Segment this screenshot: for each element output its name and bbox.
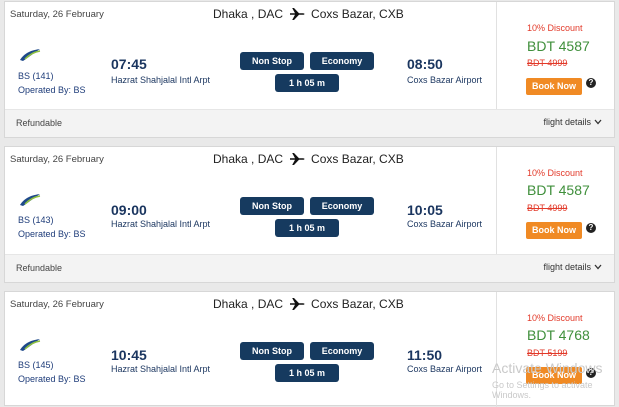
windows-activation-watermark-title: Activate Windows <box>492 360 603 376</box>
arrive-airport: Coxs Bazar Airport <box>407 75 483 85</box>
operated-by: Operated By: BS <box>18 374 86 384</box>
arrive-time: 11:50 <box>407 347 443 363</box>
discount-label: 10% Discount <box>527 168 583 178</box>
card-footer: Refundable flight details <box>5 254 614 282</box>
book-now-button[interactable]: Book Now <box>526 78 582 95</box>
route-from: Dhaka , DAC <box>213 297 284 311</box>
route: Dhaka , DAC Coxs Bazar, CXB <box>213 7 404 21</box>
flight-date: Saturday, 26 February <box>10 154 104 165</box>
arrive-time: 10:05 <box>407 202 443 218</box>
discount-label: 10% Discount <box>527 313 583 323</box>
depart-time: 09:00 <box>111 202 147 218</box>
flight-details-toggle[interactable]: flight details <box>543 262 602 272</box>
cabin-badge: Economy <box>310 197 374 215</box>
price-divider <box>496 2 497 110</box>
airplane-icon <box>290 298 305 310</box>
refund-status: Refundable <box>16 263 63 273</box>
book-now-button[interactable]: Book Now <box>526 222 582 239</box>
route-to: Coxs Bazar, CXB <box>311 297 404 311</box>
question-circle-icon[interactable]: ? <box>586 223 596 233</box>
stops-badge: Non Stop <box>240 342 304 360</box>
cabin-badge: Economy <box>310 342 374 360</box>
stops-badge: Non Stop <box>240 197 304 215</box>
route: Dhaka , DAC Coxs Bazar, CXB <box>213 152 404 166</box>
question-circle-icon[interactable]: ? <box>586 78 596 88</box>
airplane-icon <box>290 153 305 165</box>
old-price: BDT 4999 <box>527 58 568 68</box>
windows-activation-watermark-subtitle: Go to Settings to activate Windows. <box>492 380 593 400</box>
arrive-airport: Coxs Bazar Airport <box>407 364 483 374</box>
price: BDT 4587 <box>527 182 590 198</box>
duration-badge: 1 h 05 m <box>275 219 339 237</box>
flight-details-toggle[interactable]: flight details <box>543 117 602 127</box>
flight-details-label: flight details <box>543 262 591 272</box>
flight-details-label: flight details <box>543 117 591 127</box>
route: Dhaka , DAC Coxs Bazar, CXB <box>213 297 404 311</box>
chevron-down-icon <box>594 119 602 125</box>
refund-status: Refundable <box>16 118 63 128</box>
depart-airport: Hazrat Shahjalal Intl Arpt <box>111 75 211 85</box>
arrive-time: 08:50 <box>407 56 443 72</box>
chevron-down-icon <box>594 264 602 270</box>
flight-card: Saturday, 26 February Dhaka , DAC Coxs B… <box>4 1 615 138</box>
route-to: Coxs Bazar, CXB <box>311 7 404 21</box>
discount-label: 10% Discount <box>527 23 583 33</box>
flight-card: Saturday, 26 February Dhaka , DAC Coxs B… <box>4 146 615 283</box>
duration-badge: 1 h 05 m <box>275 364 339 382</box>
route-from: Dhaka , DAC <box>213 7 284 21</box>
old-price: BDT 5199 <box>527 348 568 358</box>
airline-logo-icon <box>20 49 41 61</box>
price-divider <box>496 147 497 255</box>
price: BDT 4768 <box>527 327 590 343</box>
card-footer: Refundable flight details <box>5 109 614 137</box>
flight-date: Saturday, 26 February <box>10 299 104 310</box>
airline-logo-icon <box>20 194 41 206</box>
flight-date: Saturday, 26 February <box>10 9 104 20</box>
depart-airport: Hazrat Shahjalal Intl Arpt <box>111 219 211 229</box>
flight-number: BS (143) <box>18 215 54 225</box>
operated-by: Operated By: BS <box>18 85 86 95</box>
route-from: Dhaka , DAC <box>213 152 284 166</box>
route-to: Coxs Bazar, CXB <box>311 152 404 166</box>
depart-time: 07:45 <box>111 56 147 72</box>
stops-badge: Non Stop <box>240 52 304 70</box>
duration-badge: 1 h 05 m <box>275 74 339 92</box>
flight-number: BS (141) <box>18 71 54 81</box>
arrive-airport: Coxs Bazar Airport <box>407 219 483 229</box>
price: BDT 4587 <box>527 38 590 54</box>
depart-time: 10:45 <box>111 347 147 363</box>
depart-airport: Hazrat Shahjalal Intl Arpt <box>111 364 211 374</box>
cabin-badge: Economy <box>310 52 374 70</box>
old-price: BDT 4999 <box>527 203 568 213</box>
operated-by: Operated By: BS <box>18 229 86 239</box>
airline-logo-icon <box>20 339 41 351</box>
airplane-icon <box>290 8 305 20</box>
flight-number: BS (145) <box>18 360 54 370</box>
